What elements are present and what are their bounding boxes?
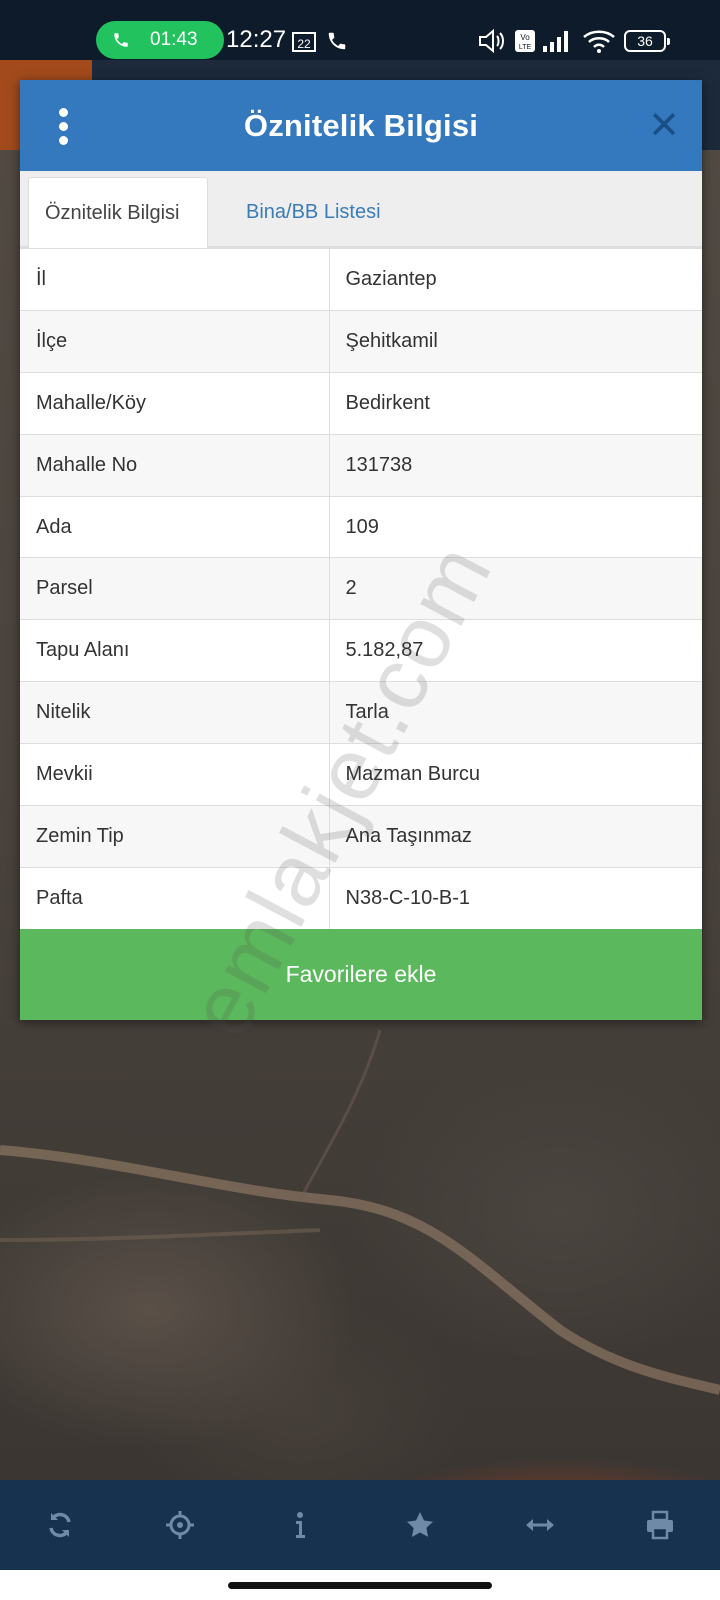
attribute-key: Ada	[20, 495, 330, 558]
table-row: Parsel 2	[20, 557, 702, 620]
attribute-value: 2	[329, 557, 702, 620]
gesture-nav-area	[0, 1570, 720, 1600]
attribute-key: Zemin Tip	[20, 805, 330, 868]
refresh-icon	[49, 1512, 71, 1538]
volume-icon	[479, 28, 504, 54]
print-icon	[647, 1510, 673, 1540]
attribute-key: İlçe	[20, 309, 330, 373]
table-row: Zemin Tip Ana Taşınmaz	[20, 805, 702, 868]
status-bar: 01:43 12:27 22 Vo LTE 36	[0, 0, 720, 60]
volte-icon: Vo LTE	[515, 30, 535, 52]
close-button[interactable]: ✕	[646, 105, 682, 147]
attribute-value: 5.182,87	[329, 619, 702, 682]
svg-text:LTE: LTE	[519, 44, 532, 51]
tab-attribute-info[interactable]: Öznitelik Bilgisi	[28, 177, 208, 248]
locate-icon	[166, 1511, 194, 1539]
attribute-key: İl	[20, 248, 330, 311]
attribute-info-dialog: Öznitelik Bilgisi ✕ Öznitelik Bilgisi Bi…	[20, 80, 702, 1021]
star-icon	[407, 1512, 433, 1537]
attribute-value: N38-C-10-B-1	[329, 866, 702, 930]
table-row: İlçe Şehitkamil	[20, 309, 702, 373]
svg-text:Vo: Vo	[520, 33, 530, 42]
ongoing-call-pill[interactable]: 01:43	[96, 21, 224, 59]
calendar-icon: 22	[292, 32, 316, 52]
measure-icon	[526, 1519, 554, 1531]
attribute-value: Tarla	[329, 681, 702, 744]
attribute-value: Şehitkamil	[329, 309, 702, 373]
attribute-key: Mahalle No	[20, 433, 330, 497]
attribute-key: Pafta	[20, 866, 330, 930]
dot-icon	[58, 135, 68, 145]
call-timer: 01:43	[150, 29, 198, 50]
attribute-key: Nitelik	[20, 681, 330, 744]
locate-button[interactable]	[150, 1495, 210, 1555]
table-row: Ada 109	[20, 495, 702, 558]
table-row: İl Gaziantep	[20, 248, 702, 311]
info-icon	[296, 1512, 305, 1538]
home-indicator[interactable]	[228, 1582, 492, 1589]
tab-bar: Öznitelik Bilgisi Bina/BB Listesi	[20, 171, 702, 248]
battery-indicator: 36	[624, 30, 670, 52]
table-row: Mahalle/Köy Bedirkent	[20, 371, 702, 435]
refresh-button[interactable]	[30, 1495, 90, 1555]
favorites-button[interactable]	[390, 1495, 450, 1555]
attribute-key: Tapu Alanı	[20, 619, 330, 682]
table-row: Nitelik Tarla	[20, 681, 702, 744]
attribute-key: Parsel	[20, 557, 330, 620]
attribute-value: Mazman Burcu	[329, 743, 702, 806]
phone-icon	[328, 32, 346, 50]
dot-icon	[58, 121, 68, 131]
attribute-value: Gaziantep	[329, 248, 702, 311]
wifi-icon	[583, 30, 615, 53]
table-row: Mevkii Mazman Burcu	[20, 743, 702, 806]
attribute-key: Mahalle/Köy	[20, 371, 330, 435]
measure-button[interactable]	[510, 1495, 570, 1555]
tab-building-list[interactable]: Bina/BB Listesi	[230, 177, 397, 248]
attribute-key: Mevkii	[20, 743, 330, 806]
table-row: Mahalle No 131738	[20, 433, 702, 497]
attribute-value: Bedirkent	[329, 371, 702, 435]
signal-icon	[543, 31, 568, 52]
info-button[interactable]	[270, 1495, 330, 1555]
phone-icon	[114, 33, 128, 47]
attribute-value: 131738	[329, 433, 702, 497]
dialog-title: Öznitelik Bilgisi	[243, 107, 479, 143]
attribute-value: 109	[329, 495, 702, 558]
table-row: Pafta N38-C-10-B-1	[20, 866, 702, 930]
attribute-value: Ana Taşınmaz	[329, 805, 702, 868]
dot-icon	[58, 107, 68, 117]
table-row: Tapu Alanı 5.182,87	[20, 619, 702, 682]
dialog-header: Öznitelik Bilgisi ✕	[20, 80, 702, 171]
clock: 12:27	[226, 26, 287, 53]
print-button[interactable]	[630, 1495, 690, 1555]
attribute-table: İl Gaziantep İlçe Şehitkamil Mahalle/Köy Bedi…	[20, 248, 702, 930]
close-icon: ✕	[648, 105, 680, 147]
bottom-toolbar	[0, 1480, 720, 1570]
add-to-favorites-button[interactable]: Favorilere ekle	[20, 929, 702, 1021]
more-options-button[interactable]	[48, 102, 78, 150]
svg-text:22: 22	[297, 37, 311, 51]
